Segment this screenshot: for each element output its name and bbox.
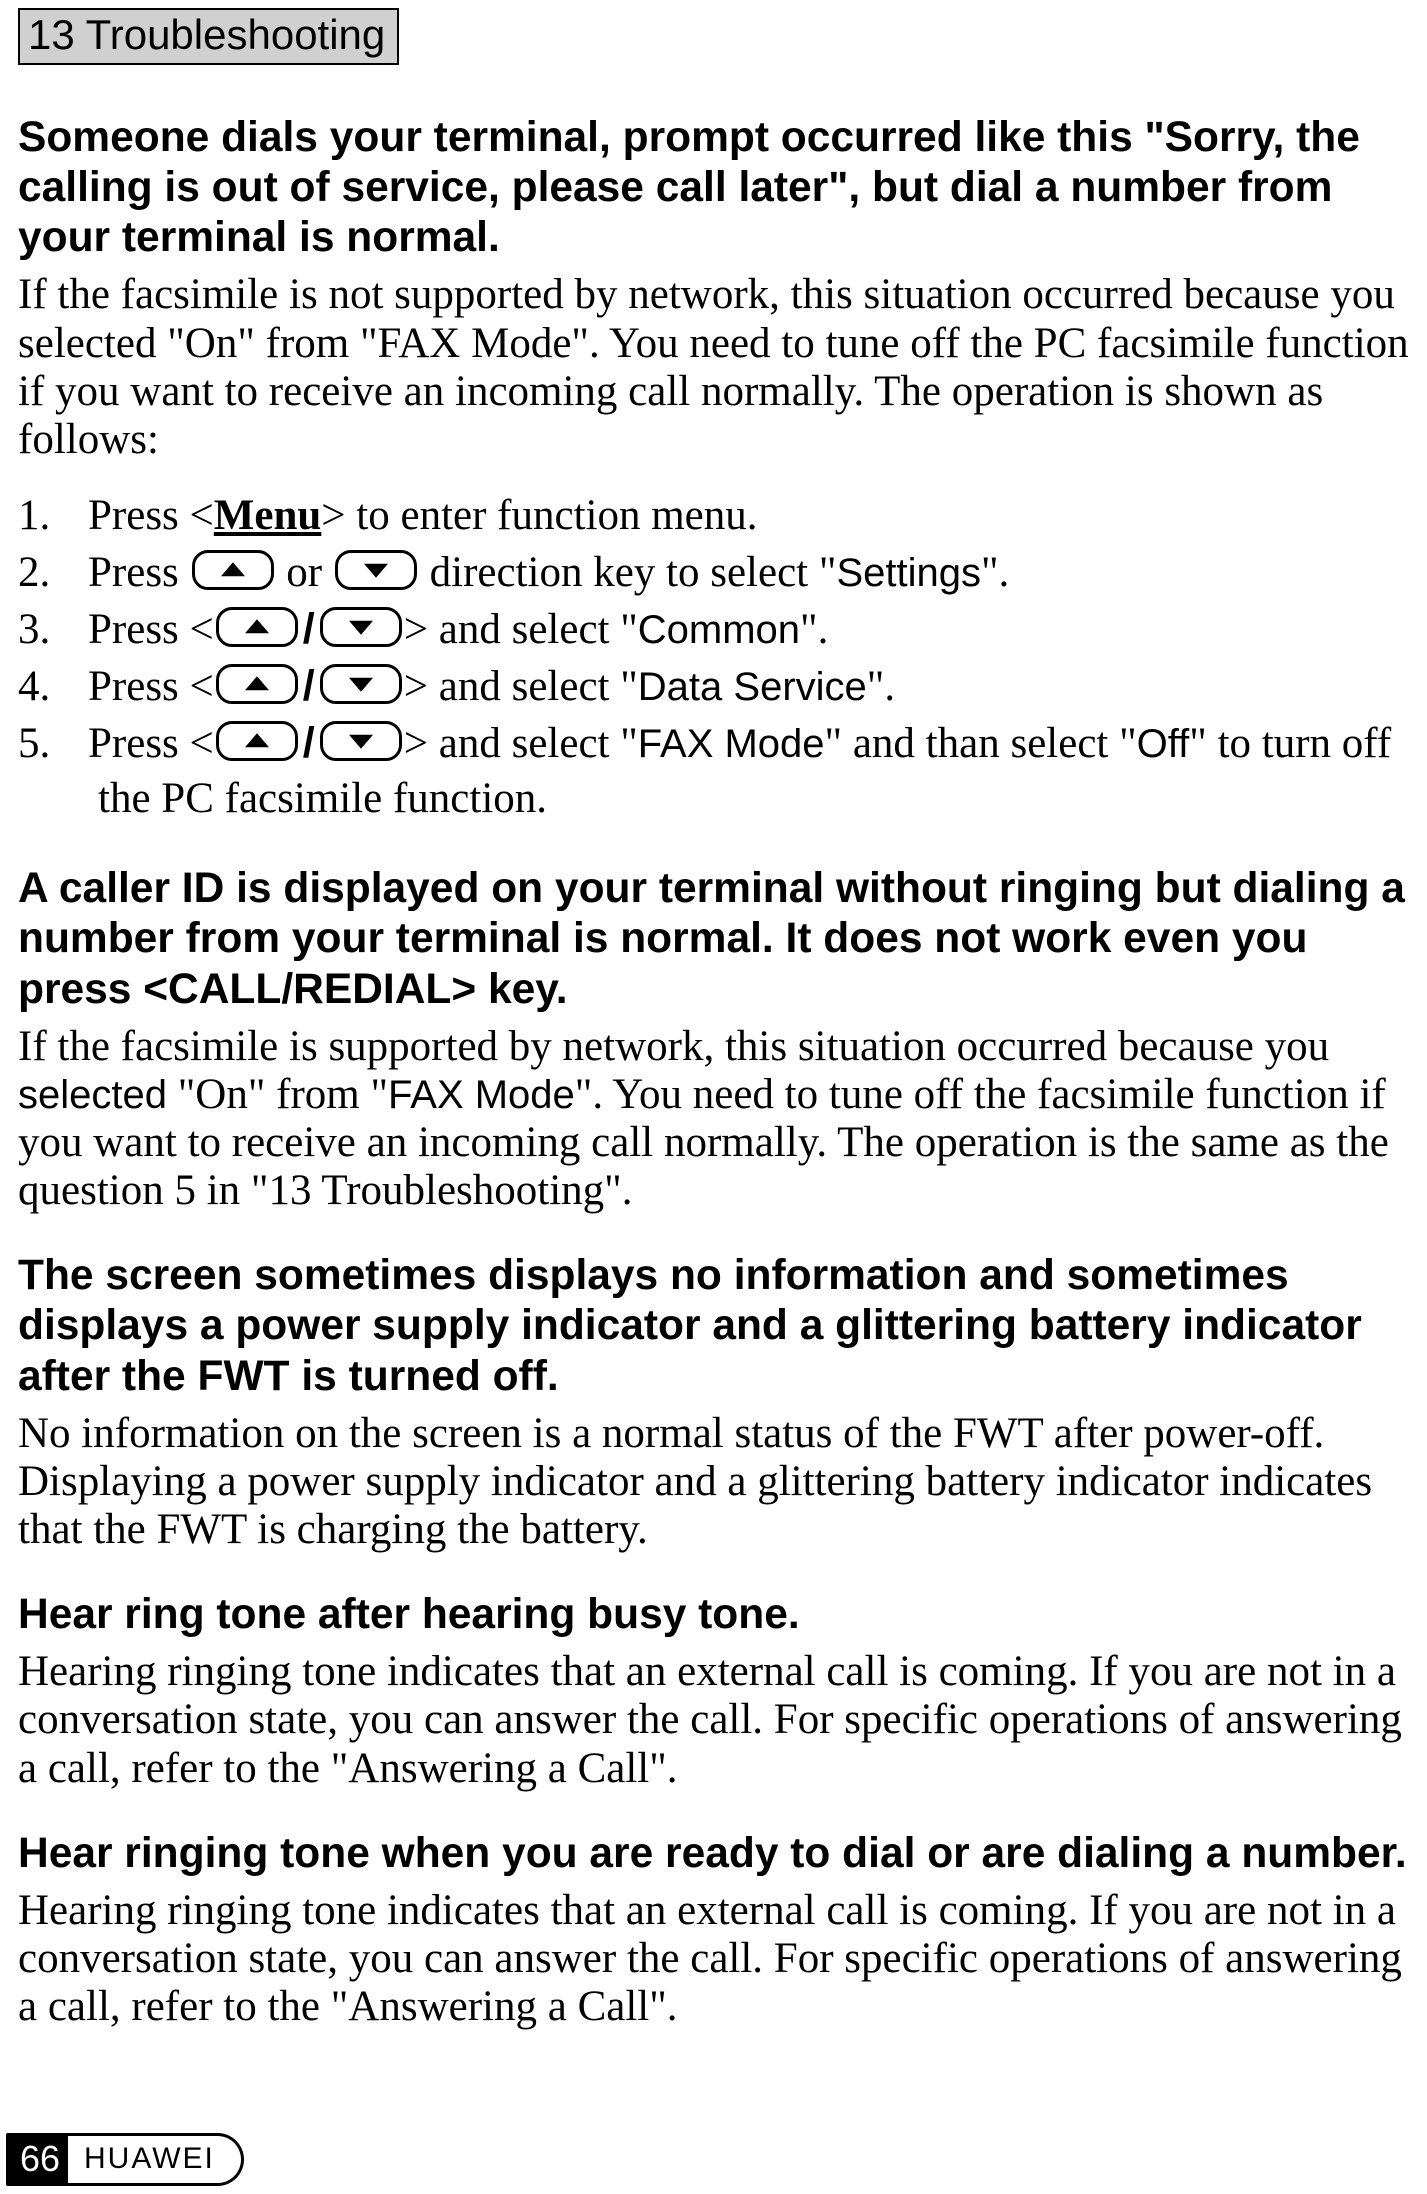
step-2-text-e: ". bbox=[981, 549, 1009, 596]
section-2: A caller ID is displayed on your termina… bbox=[18, 864, 1409, 1215]
common-label: Common bbox=[638, 608, 800, 652]
step-5-number: 5. bbox=[18, 716, 88, 771]
section-2-heading: A caller ID is displayed on your termina… bbox=[18, 864, 1409, 1014]
section-2-body: If the facsimile is supported by network… bbox=[18, 1023, 1409, 1216]
step-5-text-d: " and than select " bbox=[825, 720, 1137, 767]
down-key-icon bbox=[335, 550, 417, 590]
step-4-text-a: Press < bbox=[88, 663, 214, 710]
section-1-heading: Someone dials your terminal, prompt occu… bbox=[18, 113, 1409, 263]
section-1-body: If the facsimile is not supported by net… bbox=[18, 271, 1409, 464]
step-4-text-d: ". bbox=[867, 663, 895, 710]
step-3-number: 3. bbox=[18, 602, 88, 657]
down-key-icon bbox=[320, 664, 402, 704]
section-1-steps: 1.Press <Menu> to enter function menu. 2… bbox=[18, 488, 1409, 826]
step-2-text-c: direction key to select " bbox=[419, 549, 837, 596]
section-4-heading: Hear ring tone after hearing busy tone. bbox=[18, 1590, 1409, 1640]
section-3-heading: The screen sometimes displays no informa… bbox=[18, 1251, 1409, 1401]
section-2-body-c: "On" from " bbox=[167, 1071, 388, 1118]
step-1-text-a: Press < bbox=[88, 492, 214, 539]
step-5-text-a: Press < bbox=[88, 720, 214, 767]
step-4-number: 4. bbox=[18, 659, 88, 714]
off-label: Off bbox=[1137, 722, 1190, 766]
slash-separator: / bbox=[303, 719, 315, 767]
fax-mode-label: FAX Mode bbox=[388, 1073, 575, 1117]
chapter-tab: 13 Troubleshooting bbox=[18, 8, 399, 65]
section-5-body: Hearing ringing tone indicates that an e… bbox=[18, 1887, 1409, 2031]
step-4-text-b: > and select " bbox=[404, 663, 638, 710]
step-2-text-b: or bbox=[276, 549, 333, 596]
section-3: The screen sometimes displays no informa… bbox=[18, 1251, 1409, 1554]
up-key-icon bbox=[216, 664, 298, 704]
step-2: 2.Press or direction key to select "Sett… bbox=[18, 545, 1409, 600]
selected-word: selected bbox=[18, 1073, 167, 1117]
slash-separator: / bbox=[303, 605, 315, 653]
step-3-text-a: Press < bbox=[88, 606, 214, 653]
page-number-badge: 66 bbox=[6, 2133, 74, 2186]
brand-badge: HUAWEI bbox=[68, 2133, 244, 2186]
section-5: Hear ringing tone when you are ready to … bbox=[18, 1829, 1409, 2032]
step-3: 3.Press < / > and select "Common". bbox=[18, 602, 1409, 657]
down-key-icon bbox=[320, 721, 402, 761]
up-key-icon bbox=[192, 550, 274, 590]
menu-key-label: Menu bbox=[214, 492, 322, 539]
page-footer: 66 HUAWEI bbox=[6, 2130, 244, 2188]
step-2-number: 2. bbox=[18, 545, 88, 600]
settings-label: Settings bbox=[836, 551, 981, 595]
section-5-heading: Hear ringing tone when you are ready to … bbox=[18, 1829, 1409, 1879]
step-5-text-b: > and select " bbox=[404, 720, 638, 767]
step-4: 4.Press < / > and select "Data Service". bbox=[18, 659, 1409, 714]
up-key-icon bbox=[216, 607, 298, 647]
down-key-icon bbox=[320, 607, 402, 647]
slash-separator: / bbox=[303, 662, 315, 710]
section-4: Hear ring tone after hearing busy tone. … bbox=[18, 1590, 1409, 1793]
section-3-body: No information on the screen is a normal… bbox=[18, 1410, 1409, 1554]
section-4-body: Hearing ringing tone indicates that an e… bbox=[18, 1648, 1409, 1792]
step-1-number: 1. bbox=[18, 488, 88, 543]
step-3-text-b: > and select " bbox=[404, 606, 638, 653]
step-2-text-a: Press bbox=[88, 549, 190, 596]
section-2-body-a: If the facsimile is supported by network… bbox=[18, 1023, 1329, 1070]
fax-mode-label: FAX Mode bbox=[638, 722, 825, 766]
step-3-text-d: ". bbox=[800, 606, 828, 653]
step-1: 1.Press <Menu> to enter function menu. bbox=[18, 488, 1409, 543]
up-key-icon bbox=[216, 721, 298, 761]
section-1: Someone dials your terminal, prompt occu… bbox=[18, 113, 1409, 826]
step-5: 5.Press < / > and select "FAX Mode" and th… bbox=[18, 716, 1409, 826]
data-service-label: Data Service bbox=[638, 665, 867, 709]
step-1-text-c: > to enter function menu. bbox=[321, 492, 757, 539]
